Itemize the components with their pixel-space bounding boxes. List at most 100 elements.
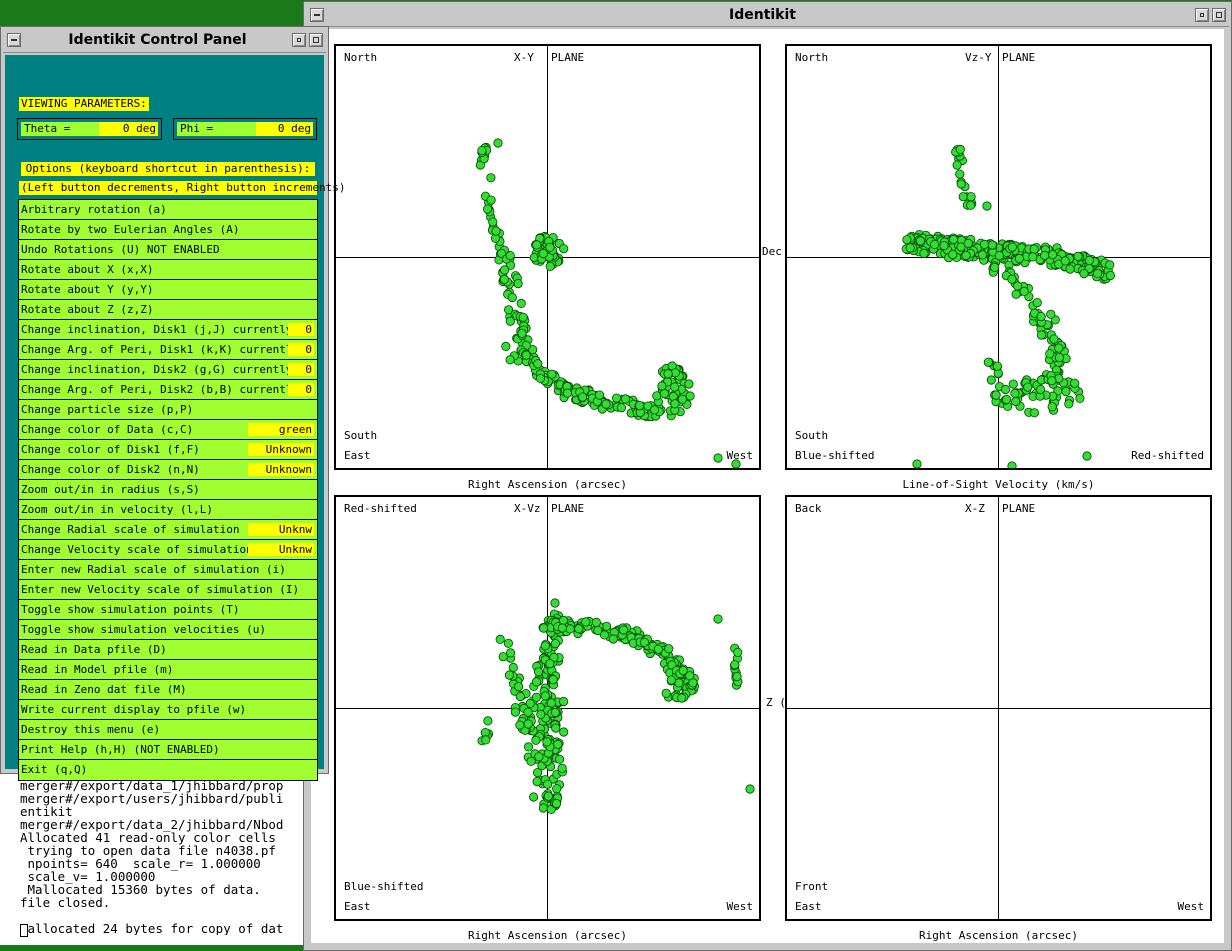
menu-item[interactable]: Change inclination, Disk2 (g,G) currentl… [19,360,317,380]
terminal-cursor [20,924,28,937]
phi-field[interactable]: Phi = 0 deg [173,118,317,140]
menu-item[interactable]: Read in Zeno dat file (M) [19,680,317,700]
menu-item[interactable]: Rotate about Z (z,Z) [19,300,317,320]
data-point [486,195,496,205]
control-panel-window[interactable]: Identikit Control Panel VIEWING PARAMETE… [0,26,346,781]
data-point [1075,393,1085,403]
menu-item-label: Exit (q,Q) [21,763,88,776]
theta-field[interactable]: Theta = 0 deg [17,118,162,140]
menu-item[interactable]: Zoom out/in in radius (s,S) [19,480,317,500]
terminal-window[interactable]: merger#/export/data_1/jhibbard/prop merge… [0,770,312,945]
menu-item[interactable]: Exit (q,Q) [19,760,317,780]
data-point [963,238,973,248]
menu-item-label: Change color of Disk2 (n,N) [21,463,200,476]
menu-item[interactable]: Rotate about X (x,X) [19,260,317,280]
menu-item-label: Change inclination, Disk1 (j,J) currentl… [21,323,300,336]
data-point [551,798,562,809]
menu-item[interactable]: Enter new Radial scale of simulation (i) [19,560,317,580]
data-point [559,244,569,254]
data-point [481,735,491,745]
data-point [677,394,687,404]
identikit-titlebar[interactable]: Identikit [306,4,1229,27]
label-bottom-left-2: Blue-shifted [795,449,875,462]
data-point [677,693,687,703]
scatter-xvz [477,598,755,814]
menu-item[interactable]: Change inclination, Disk1 (j,J) currentl… [19,320,317,340]
data-point [649,405,660,415]
label-bottom-left-2: East [795,900,822,913]
menu-item-current-value: Unknw [248,543,314,556]
menu-item[interactable]: Rotate about Y (y,Y) [19,280,317,300]
menu-item[interactable]: Undo Rotations (U) NOT ENABLED [19,240,317,260]
menu-item[interactable]: Read in Model pfile (m) [19,660,317,680]
control-panel-titlebar[interactable]: Identikit Control Panel [3,29,326,53]
data-point [504,670,514,680]
data-point [661,688,671,698]
menu-item[interactable]: Destroy this menu (e) [19,720,317,740]
menu-item[interactable]: Change Arg. of Peri, Disk2 (b,B) current… [19,380,317,400]
data-point [543,791,553,801]
data-point [961,250,971,261]
data-point [483,204,493,214]
label-bottom-left-2: East [344,449,371,462]
menu-item[interactable]: Write current display to pfile (w) [19,700,317,720]
menu-item-label: Print Help (h,H) (NOT ENABLED) [21,743,220,756]
data-point [639,637,649,647]
panel-vzy[interactable]: North Vz-Y PLANE South Blue-shifted Red-… [785,44,1212,470]
phi-label: Phi = [180,122,214,135]
menu-item[interactable]: Change Velocity scale of simulation (v,V… [19,540,317,560]
data-point [955,169,965,179]
minimize-button[interactable] [292,33,306,47]
panel-xz[interactable]: Back X-Z PLANE Front East West [785,495,1212,921]
data-point [488,217,498,227]
menu-item[interactable]: Change color of Disk1 (f,F) Unknown [19,440,317,460]
menu-item[interactable]: Change Radial scale of simulation (r,R) U… [19,520,317,540]
data-point [533,767,543,778]
data-point [948,249,958,260]
menu-item-label: Change inclination, Disk2 (g,G) currentl… [21,363,300,376]
identikit-window[interactable]: Identikit North X-Y PLANE South East Wes… [303,1,1232,951]
data-point [523,707,533,717]
data-point [1011,396,1021,407]
menu-item[interactable]: Change color of Disk2 (n,N) Unknown [19,460,317,480]
menu-item[interactable]: Zoom out/in in velocity (l,L) [19,500,317,520]
panel-xvz[interactable]: Red-shifted X-Vz PLANE Blue-shifted East… [334,495,761,921]
menu-item-label: Rotate about Y (y,Y) [21,283,154,296]
data-point [982,201,992,211]
data-point [499,274,509,284]
data-point [990,262,1000,272]
data-point [535,373,545,383]
data-point [531,735,541,745]
menu-item[interactable]: Change Arg. of Peri, Disk1 (k,K) current… [19,340,317,360]
data-point [578,392,588,402]
window-menu-button[interactable] [7,33,21,47]
menu-item[interactable]: Change color of Data (c,C) green [19,420,317,440]
xlabel-xz: Right Ascension (arcsec) [919,929,1078,942]
menu-item-label: Rotate about Z (z,Z) [21,303,154,316]
menu-item[interactable]: Enter new Velocity scale of simulation (… [19,580,317,600]
data-point [500,265,510,275]
data-point [620,394,631,404]
menu-item-current-value: 0 [288,323,314,336]
menu-item[interactable]: Change particle size (p,P) [19,400,317,420]
maximize-button[interactable] [1212,8,1226,22]
window-menu-button[interactable] [310,8,324,22]
menu-item[interactable]: Toggle show simulation points (T) [19,600,317,620]
data-point [1007,242,1017,252]
menu-item-label: Zoom out/in in velocity (l,L) [21,503,214,516]
data-point [994,251,1004,261]
menu-item[interactable]: Arbitrary rotation (a) [19,200,317,220]
maximize-button[interactable] [309,33,323,47]
menu-item[interactable]: Read in Data pfile (D) [19,640,317,660]
terminal-line: file closed. [20,895,111,910]
menu-item[interactable]: Toggle show simulation velocities (u) [19,620,317,640]
minimize-button[interactable] [1195,8,1209,22]
data-point [491,226,501,236]
menu-item[interactable]: Rotate by two Eulerian Angles (A) [19,220,317,240]
menu-item-current-value: Unknw [248,523,314,536]
label-plane: X-Vz [514,502,541,515]
data-point [545,242,555,252]
menu-item[interactable]: Print Help (h,H) (NOT ENABLED) [19,740,317,760]
panel-xy[interactable]: North X-Y PLANE South East West [334,44,761,470]
data-point [939,241,949,251]
